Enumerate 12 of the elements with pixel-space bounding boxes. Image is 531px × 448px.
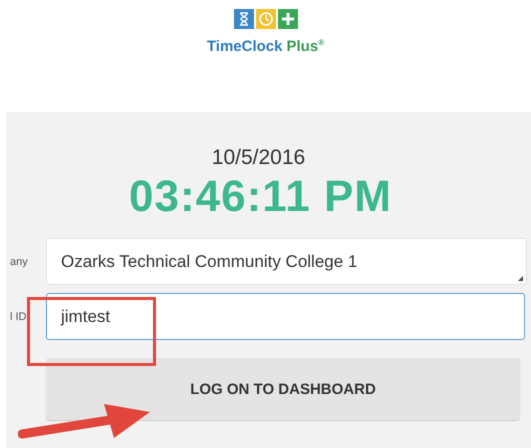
date-text: 10/5/2016: [212, 146, 306, 170]
company-select[interactable]: Ozarks Technical Community College 1: [46, 238, 527, 285]
id-input-field[interactable]: jimtest: [46, 293, 525, 340]
plus-icon: [278, 9, 298, 29]
field-label: l ID: [9, 310, 26, 322]
clock-time: 03:46:11 PM: [129, 172, 393, 222]
hourglass-icon: [234, 9, 254, 29]
log-on-button[interactable]: LOG ON TO DASHBOARD: [46, 358, 520, 420]
logo-wordmark: TimeClock Plus$^{®}$: [206, 37, 324, 56]
clock-icon: [256, 9, 276, 29]
field-label: any: [9, 256, 28, 268]
resize-handle-icon: [518, 276, 523, 281]
